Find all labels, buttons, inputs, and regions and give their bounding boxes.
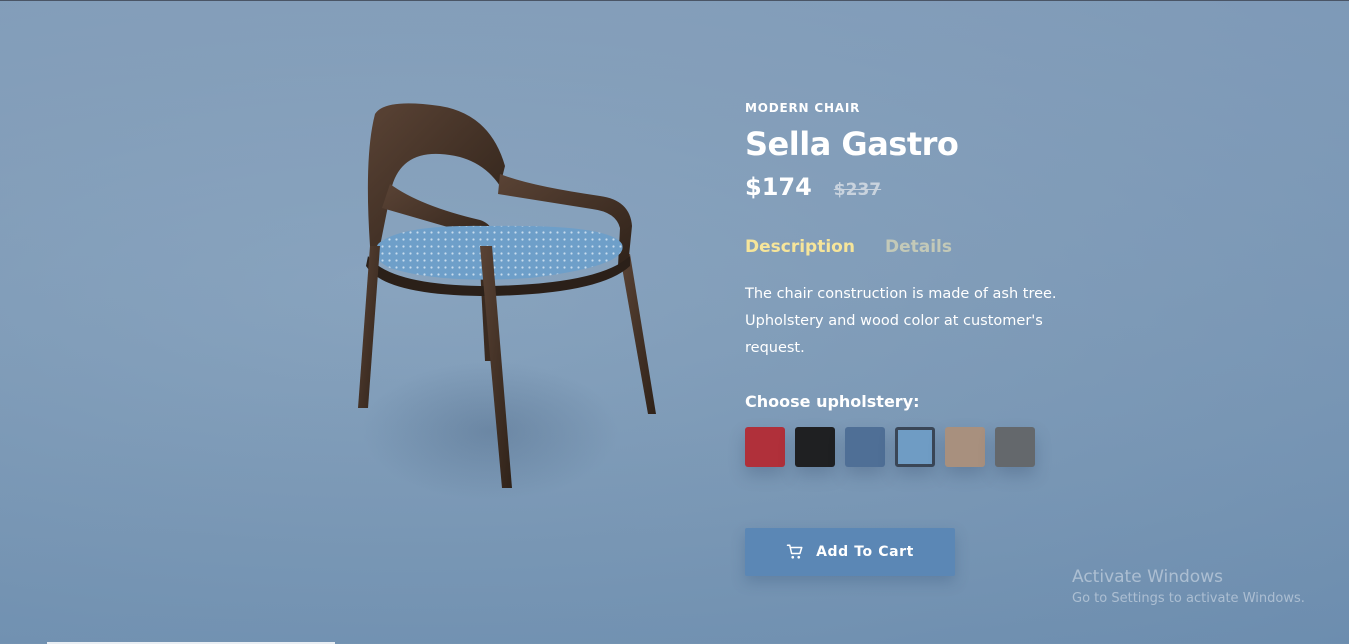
swatch-red[interactable]	[745, 427, 785, 467]
add-to-cart-label: Add To Cart	[816, 544, 914, 560]
swatch-grey[interactable]	[995, 427, 1035, 467]
swatch-black[interactable]	[795, 427, 835, 467]
current-price: $174	[745, 173, 812, 201]
original-price: $237	[833, 180, 882, 200]
swatch-denim[interactable]	[845, 427, 885, 467]
price-row: $174 $237	[745, 173, 1165, 201]
swatch-light-blue[interactable]	[895, 427, 935, 467]
info-tabs: Description Details	[745, 237, 1165, 257]
tab-details[interactable]: Details	[885, 237, 952, 257]
watermark-subtitle: Go to Settings to activate Windows.	[1072, 591, 1305, 606]
cart-icon	[786, 544, 803, 559]
product-description: The chair construction is made of ash tr…	[745, 286, 1057, 356]
product-title: Sella Gastro	[745, 125, 959, 163]
product-category: MODERN CHAIR	[745, 101, 861, 115]
add-to-cart-button[interactable]: Add To Cart	[745, 528, 955, 576]
product-info: MODERN CHAIR Sella Gastro $174 $237 Desc…	[745, 101, 1165, 467]
watermark-title: Activate Windows	[1072, 567, 1223, 587]
product-image	[330, 96, 670, 506]
tab-description[interactable]: Description	[745, 237, 855, 257]
upholstery-swatches	[745, 427, 1165, 467]
upholstery-heading: Choose upholstery:	[745, 392, 920, 411]
swatch-beige[interactable]	[945, 427, 985, 467]
chair-illustration	[358, 103, 656, 488]
windows-activation-watermark: Activate Windows Go to Settings to activ…	[1072, 567, 1305, 606]
